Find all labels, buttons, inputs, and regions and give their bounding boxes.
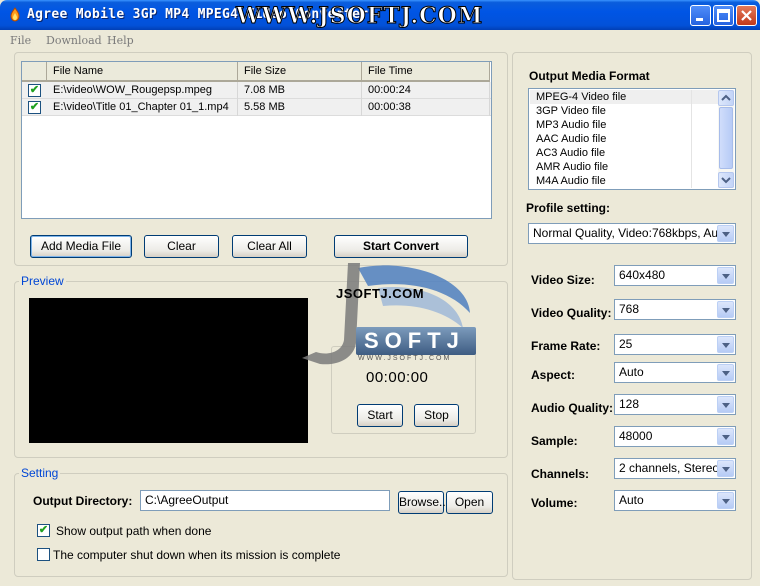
chevron-down-icon[interactable] [717, 396, 734, 413]
cell-file-size: 5.58 MB [238, 99, 362, 116]
browse-button[interactable]: Browse.. [398, 491, 446, 514]
list-item[interactable]: AC3 Audio file [530, 146, 718, 160]
preview-title: Preview [19, 274, 66, 288]
minimize-button[interactable] [690, 5, 711, 26]
chevron-down-icon[interactable] [717, 336, 734, 353]
chevron-down-icon[interactable] [717, 301, 734, 318]
channels-select[interactable]: 2 channels, Stereo [614, 458, 736, 479]
list-item[interactable]: 3GP Video file [530, 104, 718, 118]
add-media-file-button[interactable]: Add Media File [30, 235, 132, 258]
minimize-icon [696, 18, 703, 21]
clear-button[interactable]: Clear [144, 235, 219, 258]
maximize-icon [717, 9, 730, 22]
menu-download[interactable]: Download [46, 34, 102, 47]
video-size-select[interactable]: 640x480 [614, 265, 736, 286]
row-checkbox[interactable]: ✔ [28, 101, 41, 114]
menu-file[interactable]: File [10, 34, 31, 47]
video-quality-select[interactable]: 768 [614, 299, 736, 320]
show-output-checkbox[interactable]: ✔ [37, 524, 50, 537]
volume-select[interactable]: Auto [614, 490, 736, 511]
volume-label: Volume: [531, 496, 578, 510]
sample-value: 48000 [619, 429, 653, 443]
cell-file-name: E:\video\Title 01_Chapter 01_1.mp4 [47, 99, 238, 116]
scroll-down-button[interactable] [718, 172, 734, 188]
column-header-file-size[interactable]: File Size [238, 62, 362, 82]
list-divider [691, 90, 692, 188]
watermark-domain: JSOFTJ.COM [336, 286, 425, 301]
clear-all-button[interactable]: Clear All [232, 235, 307, 258]
sample-select[interactable]: 48000 [614, 426, 736, 447]
output-format-list[interactable]: MPEG-4 Video file 3GP Video file MP3 Aud… [528, 88, 736, 190]
volume-value: Auto [619, 493, 644, 507]
menu-help[interactable]: Help [107, 34, 134, 47]
aspect-label: Aspect: [531, 368, 576, 382]
list-item[interactable]: MPEG-4 Video file [530, 90, 718, 104]
watermark-url: WWW.JSOFTJ.COM [358, 355, 452, 362]
table-row[interactable]: ✔ E:\video\WOW_Rougepsp.mpeg 7.08 MB 00:… [22, 82, 491, 99]
video-quality-value: 768 [619, 302, 640, 316]
output-format-label: Output Media Format [529, 69, 650, 83]
profile-setting-select[interactable]: Normal Quality, Video:768kbps, Audio [528, 223, 736, 244]
cell-file-time: 00:00:38 [362, 99, 490, 116]
aspect-select[interactable]: Auto [614, 362, 736, 383]
shutdown-checkbox[interactable] [37, 548, 50, 561]
file-table[interactable]: File Name File Size File Time ✔ E:\video… [21, 61, 492, 219]
close-button[interactable] [736, 5, 757, 26]
frame-rate-select[interactable]: 25 [614, 334, 736, 355]
open-button[interactable]: Open [446, 491, 493, 514]
output-directory-label: Output Directory: [33, 494, 133, 508]
chevron-down-icon[interactable] [717, 364, 734, 381]
chevron-down-icon [721, 177, 731, 184]
chevron-up-icon [721, 94, 731, 101]
setting-title: Setting [19, 466, 61, 480]
channels-label: Channels: [531, 467, 590, 481]
audio-quality-label: Audio Quality: [531, 401, 613, 415]
sample-label: Sample: [531, 434, 578, 448]
close-icon [741, 10, 752, 21]
app-icon [10, 7, 20, 22]
audio-quality-select[interactable]: 128 [614, 394, 736, 415]
list-item[interactable]: AAC Audio file [530, 132, 718, 146]
video-preview [29, 298, 308, 443]
chevron-down-icon[interactable] [717, 460, 734, 477]
cell-file-size: 7.08 MB [238, 82, 362, 99]
profile-setting-label: Profile setting: [526, 201, 611, 215]
start-button[interactable]: Start [357, 404, 403, 427]
stop-button[interactable]: Stop [414, 404, 459, 427]
aspect-value: Auto [619, 365, 644, 379]
chevron-down-icon[interactable] [717, 225, 734, 242]
list-item[interactable]: MP3 Audio file [530, 118, 718, 132]
shutdown-label: The computer shut down when its mission … [53, 548, 341, 562]
frame-rate-value: 25 [619, 337, 633, 351]
show-output-label: Show output path when done [56, 524, 212, 538]
row-checkbox[interactable]: ✔ [28, 84, 41, 97]
column-header-file-name[interactable]: File Name [47, 62, 238, 82]
start-convert-button[interactable]: Start Convert [334, 235, 468, 258]
cell-file-name: E:\video\WOW_Rougepsp.mpeg [47, 82, 238, 99]
channels-value: 2 channels, Stereo [619, 461, 717, 475]
cell-file-time: 00:00:24 [362, 82, 490, 99]
watermark-brand: SOFTJ [356, 327, 476, 355]
chevron-down-icon[interactable] [717, 267, 734, 284]
column-header-check[interactable] [22, 62, 47, 82]
chevron-down-icon[interactable] [717, 492, 734, 509]
scroll-up-button[interactable] [718, 90, 734, 106]
audio-quality-value: 128 [619, 397, 640, 411]
column-header-file-time[interactable]: File Time [362, 62, 490, 82]
table-row[interactable]: ✔ E:\video\Title 01_Chapter 01_1.mp4 5.5… [22, 99, 491, 116]
maximize-button[interactable] [713, 5, 734, 26]
profile-setting-value: Normal Quality, Video:768kbps, Audio [533, 226, 717, 240]
watermark-title: WWW.JSOFTJ.COM [235, 3, 484, 30]
format-list-scrollbar[interactable] [718, 90, 734, 188]
scroll-thumb[interactable] [719, 107, 733, 169]
video-quality-label: Video Quality: [531, 306, 612, 320]
list-item[interactable]: M4A Audio file [530, 174, 718, 188]
video-size-label: Video Size: [531, 273, 595, 287]
frame-rate-label: Frame Rate: [531, 339, 601, 353]
video-size-value: 640x480 [619, 268, 666, 282]
chevron-down-icon[interactable] [717, 428, 734, 445]
output-directory-input[interactable]: C:\AgreeOutput [140, 490, 390, 511]
list-item[interactable]: AMR Audio file [530, 160, 718, 174]
